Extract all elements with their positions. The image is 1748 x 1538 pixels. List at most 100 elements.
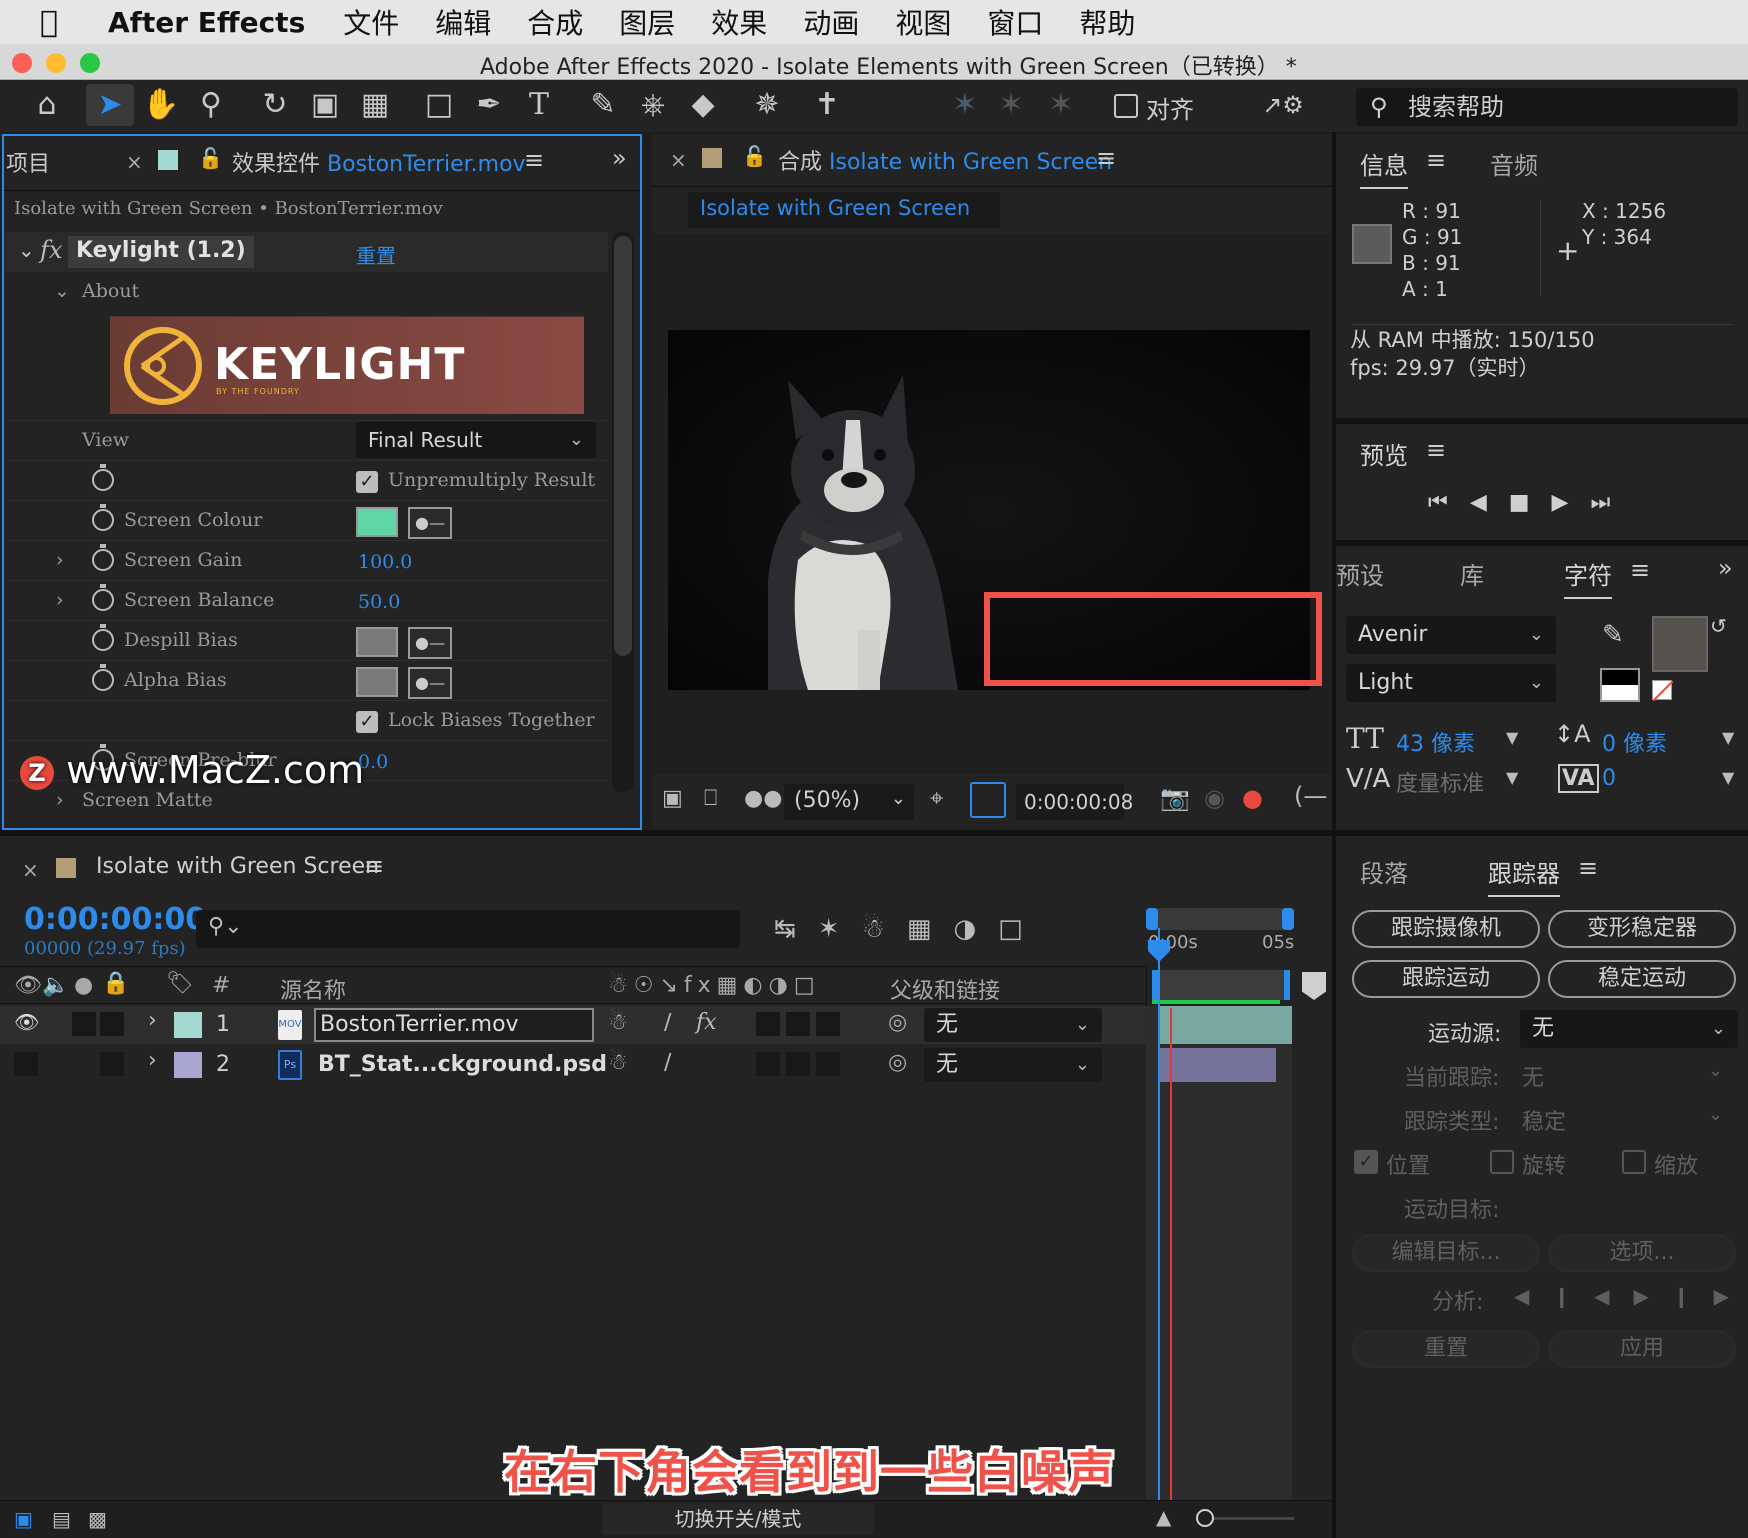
- adjustment-switch[interactable]: [816, 1052, 840, 1076]
- chevron-down-icon[interactable]: ⌄: [18, 238, 35, 262]
- quality-switch-icon[interactable]: ∕: [664, 1050, 671, 1075]
- kerning-value[interactable]: 度量标准: [1396, 766, 1484, 798]
- layer-duration-bar[interactable]: [1160, 1048, 1276, 1082]
- timeline-search-input[interactable]: ⚲⌄: [196, 910, 740, 948]
- stopwatch-icon[interactable]: [92, 544, 114, 571]
- playhead-handle[interactable]: [1148, 940, 1170, 962]
- track-camera-button[interactable]: 跟踪摄像机: [1352, 910, 1540, 948]
- time-navigator[interactable]: [1152, 970, 1290, 1000]
- stopwatch-icon[interactable]: [92, 464, 114, 491]
- panel-menu-icon[interactable]: ≡: [1096, 144, 1116, 172]
- lock-switch[interactable]: [100, 1012, 124, 1036]
- puppet-pin-tool-icon[interactable]: ✝: [806, 84, 848, 126]
- panel-menu-icon[interactable]: ≡: [1426, 146, 1446, 174]
- chevron-right-icon[interactable]: ›: [56, 789, 64, 811]
- chevron-down-icon[interactable]: ▼: [1506, 728, 1518, 747]
- screen-colour-swatch[interactable]: [356, 507, 398, 537]
- layer-label-color[interactable]: [174, 1012, 202, 1038]
- channel-rgb-icon[interactable]: ●: [1242, 784, 1263, 812]
- frame-blend-switch[interactable]: [756, 1012, 780, 1036]
- panel-menu-icon[interactable]: ≡: [1578, 854, 1598, 882]
- leading-value[interactable]: 0 像素: [1602, 726, 1667, 758]
- despill-bias-swatch[interactable]: [356, 627, 398, 657]
- shy-switch-icon[interactable]: ☃: [608, 1010, 628, 1035]
- quality-switch-icon[interactable]: ∕: [664, 1010, 671, 1035]
- lock-icon[interactable]: 🔓: [198, 146, 223, 170]
- panel-menu-icon[interactable]: ≡: [1630, 556, 1650, 584]
- parent-dropdown[interactable]: 无 ⌄: [924, 1008, 1102, 1042]
- swap-colors-icon[interactable]: ↺: [1710, 614, 1727, 638]
- tab-library[interactable]: 库: [1460, 556, 1484, 591]
- zoom-window-button[interactable]: [80, 53, 100, 73]
- layer-duration-bar[interactable]: [1160, 1006, 1292, 1044]
- frame-blending-icon[interactable]: ▦: [907, 914, 954, 944]
- world-axis-icon[interactable]: ✶: [990, 84, 1032, 126]
- tab-project[interactable]: 项目: [6, 146, 50, 178]
- zoom-out-icon[interactable]: ▲: [1156, 1505, 1171, 1529]
- zoom-tool-icon[interactable]: ⚲: [190, 84, 232, 126]
- graph-editor-icon[interactable]: □: [998, 914, 1045, 944]
- view-dropdown[interactable]: Final Result ⌄: [356, 422, 596, 458]
- stopwatch-icon[interactable]: [92, 664, 114, 691]
- screen-gain-value[interactable]: 100.0: [358, 551, 412, 573]
- motion-blur-switch[interactable]: [786, 1052, 810, 1076]
- chevron-right-icon[interactable]: ›: [56, 589, 64, 611]
- eye-icon[interactable]: 👁: [14, 1010, 39, 1034]
- pick-whip-icon[interactable]: ◎: [888, 1050, 907, 1075]
- layer-name[interactable]: BostonTerrier.mov: [314, 1008, 594, 1042]
- mask-icon[interactable]: ●●: [744, 786, 782, 811]
- menu-edit[interactable]: 编辑: [435, 2, 491, 42]
- parent-dropdown[interactable]: 无 ⌄: [924, 1048, 1102, 1082]
- chevron-down-icon[interactable]: ▼: [1722, 728, 1734, 747]
- shy-layers-icon[interactable]: ☃: [862, 914, 907, 944]
- zoom-dropdown[interactable]: (50%) ⌄: [784, 784, 914, 820]
- lock-biases-checkbox[interactable]: ✓: [356, 711, 378, 733]
- layer-row[interactable]: 👁 › 1 MOV BostonTerrier.mov ☃ ∕ fx ◎ 无 ⌄: [0, 1006, 1148, 1044]
- stopwatch-icon[interactable]: [92, 504, 114, 531]
- comp-marker-icon[interactable]: [1302, 972, 1326, 1000]
- scrollbar-thumb[interactable]: [614, 236, 632, 656]
- solo-switch[interactable]: [72, 1012, 96, 1036]
- menu-file[interactable]: 文件: [343, 2, 399, 42]
- snapshot-camera-icon[interactable]: 📷: [1160, 784, 1190, 812]
- effect-name[interactable]: Keylight (1.2): [68, 236, 254, 268]
- source-name-column-header[interactable]: 源名称: [280, 973, 346, 1005]
- hand-tool-icon[interactable]: ✋: [140, 84, 182, 126]
- in-out-panes-icon[interactable]: ▩: [88, 1507, 107, 1531]
- close-window-button[interactable]: [12, 53, 32, 73]
- composition-mini-flowchart-icon[interactable]: ↹: [774, 914, 818, 944]
- tracking-value[interactable]: 0: [1602, 766, 1616, 791]
- scrollbar-track[interactable]: [612, 232, 634, 792]
- font-style-dropdown[interactable]: Light ⌄: [1346, 664, 1556, 702]
- panel-menu-icon[interactable]: ≡: [364, 852, 384, 880]
- close-tab-icon[interactable]: ×: [670, 148, 687, 172]
- motion-blur-switch[interactable]: [786, 1012, 810, 1036]
- lock-icon[interactable]: 🔓: [742, 144, 767, 168]
- menu-layer[interactable]: 图层: [619, 2, 675, 42]
- tab-info[interactable]: 信息: [1360, 146, 1408, 189]
- apple-icon[interactable]: : [40, 5, 94, 40]
- type-tool-icon[interactable]: T: [518, 84, 560, 126]
- stopwatch-icon[interactable]: [92, 584, 114, 611]
- panel-overflow-icon[interactable]: »: [1718, 554, 1733, 582]
- pan-behind-tool-icon[interactable]: ▦: [354, 84, 396, 126]
- eyedropper-icon[interactable]: ●—: [408, 507, 452, 539]
- lock-switch[interactable]: [100, 1052, 124, 1076]
- menu-app-name[interactable]: After Effects: [108, 6, 305, 39]
- preview-title[interactable]: 预览: [1360, 436, 1408, 471]
- align-checkbox[interactable]: [1114, 94, 1138, 118]
- menu-window[interactable]: 窗口: [987, 2, 1043, 42]
- adjustment-switch[interactable]: [816, 1012, 840, 1036]
- menu-animation[interactable]: 动画: [803, 2, 859, 42]
- black-white-swatch-icon[interactable]: [1600, 668, 1640, 702]
- layer-name[interactable]: BT_Stat...ckground.psd: [318, 1052, 607, 1077]
- effect-reset-link[interactable]: 重置: [356, 240, 396, 269]
- chevron-right-icon[interactable]: ›: [56, 549, 64, 571]
- timeline-timecode[interactable]: 0:00:00:00: [24, 902, 206, 937]
- no-color-icon[interactable]: [1652, 680, 1674, 702]
- visibility-switch[interactable]: [14, 1052, 38, 1076]
- safe-zones-icon[interactable]: ⌖: [930, 784, 944, 812]
- camera-tool-icon[interactable]: ▣: [304, 84, 346, 126]
- chevron-right-icon[interactable]: ›: [148, 1008, 157, 1033]
- region-of-interest-icon[interactable]: (—: [1294, 782, 1327, 810]
